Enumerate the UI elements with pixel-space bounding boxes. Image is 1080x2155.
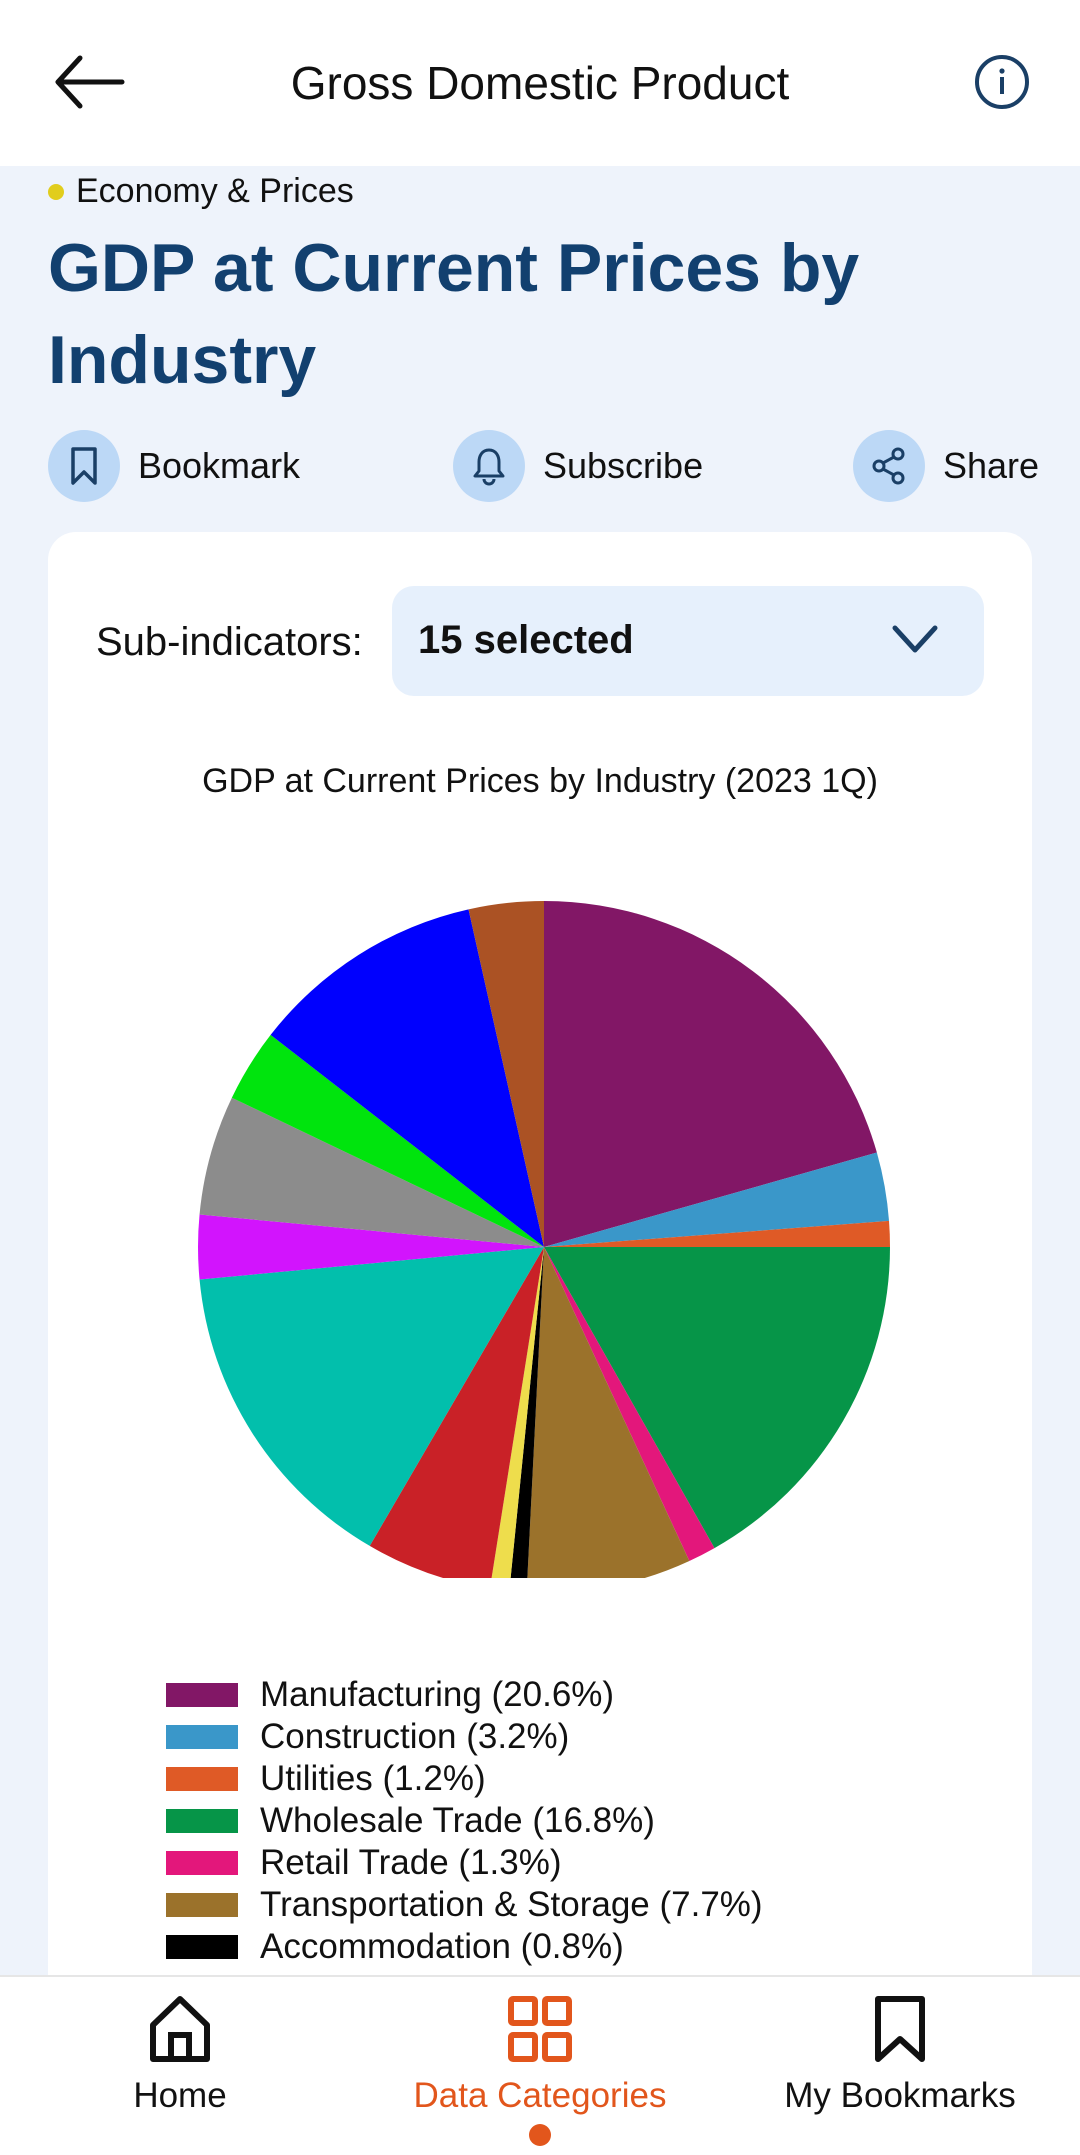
nav-data-categories-label: Data Categories — [413, 2076, 667, 2115]
chart-card: Sub-indicators: 15 selected GDP at Curre… — [48, 532, 1032, 2032]
legend-swatch — [166, 1893, 238, 1917]
bell-icon — [473, 448, 505, 486]
share-icon — [872, 447, 905, 485]
legend-item: Utilities (1.2%) — [166, 1758, 763, 1800]
legend-item: Manufacturing (20.6%) — [166, 1674, 763, 1716]
action-row: Bookmark Subscribe Share — [48, 430, 1039, 502]
legend-label: Retail Trade (1.3%) — [260, 1843, 562, 1882]
pie-chart — [198, 901, 890, 1578]
nav-my-bookmarks[interactable]: My Bookmarks — [750, 1995, 1050, 2116]
legend-swatch — [166, 1851, 238, 1875]
chart-legend: Manufacturing (20.6%) Construction (3.2%)… — [166, 1674, 763, 1968]
bottom-nav: Home Data Categories My Bookmarks — [0, 1975, 1080, 2155]
top-app-bar: Gross Domestic Product — [0, 0, 1080, 166]
active-indicator — [529, 2124, 551, 2146]
legend-swatch — [166, 1725, 238, 1749]
nav-home[interactable]: Home — [30, 1995, 330, 2116]
select-value: 15 selected — [418, 618, 634, 662]
grid-icon — [508, 1996, 572, 2062]
bookmark-nav-icon — [875, 1996, 925, 2062]
legend-label: Construction (3.2%) — [260, 1717, 570, 1756]
legend-label: Manufacturing (20.6%) — [260, 1675, 615, 1714]
share-button[interactable]: Share — [853, 430, 1039, 502]
nav-home-label: Home — [133, 2076, 227, 2115]
category-dot — [48, 183, 64, 200]
category-tag: Economy & Prices — [48, 172, 354, 211]
subscribe-button[interactable]: Subscribe — [453, 430, 703, 502]
share-label: Share — [943, 445, 1040, 486]
legend-item: Wholesale Trade (16.8%) — [166, 1800, 763, 1842]
nav-data-categories[interactable]: Data Categories — [390, 1995, 690, 2146]
sub-indicators-label: Sub-indicators: — [96, 620, 363, 664]
legend-swatch — [166, 1935, 238, 1959]
nav-my-bookmarks-label: My Bookmarks — [784, 2076, 1016, 2115]
bookmark-label: Bookmark — [138, 445, 301, 486]
chevron-down-icon — [892, 625, 938, 653]
legend-swatch — [166, 1683, 238, 1707]
bookmark-icon — [71, 447, 97, 485]
info-icon[interactable] — [974, 54, 1030, 110]
bookmark-button[interactable]: Bookmark — [48, 430, 300, 502]
subscribe-label: Subscribe — [543, 445, 704, 486]
category-label: Economy & Prices — [76, 172, 354, 210]
legend-item: Transportation & Storage (7.7%) — [166, 1884, 763, 1926]
app-title: Gross Domestic Product — [290, 57, 790, 109]
chart-title: GDP at Current Prices by Industry (2023 … — [202, 762, 878, 800]
legend-item: Construction (3.2%) — [166, 1716, 763, 1758]
legend-label: Transportation & Storage (7.7%) — [260, 1885, 763, 1924]
legend-item: Retail Trade (1.3%) — [166, 1842, 763, 1884]
legend-label: Utilities (1.2%) — [260, 1759, 486, 1798]
legend-item: Accommodation (0.8%) — [166, 1926, 763, 1968]
legend-label: Wholesale Trade (16.8%) — [260, 1801, 655, 1840]
legend-swatch — [166, 1809, 238, 1833]
sub-indicators-select[interactable]: 15 selected — [392, 586, 984, 696]
legend-swatch — [166, 1767, 238, 1791]
home-icon — [150, 1996, 210, 2062]
legend-label: Accommodation (0.8%) — [260, 1927, 624, 1966]
page-title: GDP at Current Prices by Industry — [48, 230, 860, 398]
